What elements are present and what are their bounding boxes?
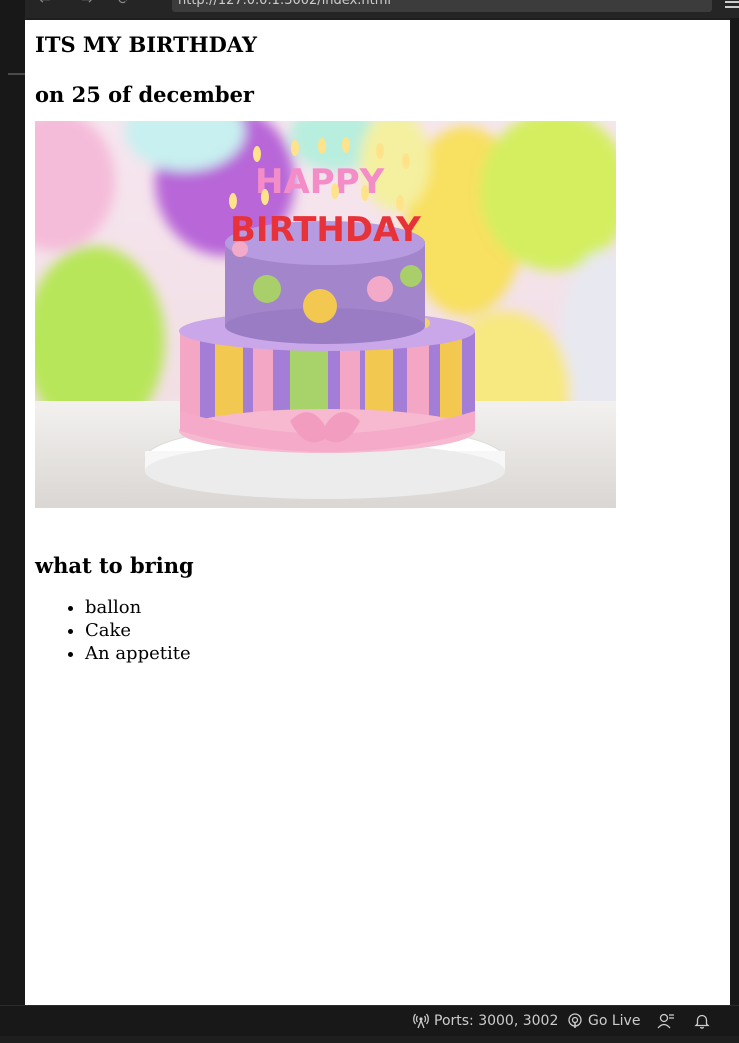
gutter-divider bbox=[8, 73, 25, 75]
broadcast-pin-icon bbox=[568, 1013, 582, 1028]
go-live-button[interactable]: Go Live bbox=[567, 1012, 640, 1030]
browser-toolbar: ← → ⟳ http://127.0.0.1:3002/index.html bbox=[25, 0, 739, 18]
bring-list-heading: what to bring bbox=[35, 553, 194, 578]
list-item: An appetite bbox=[85, 642, 720, 665]
broadcast-icon bbox=[413, 1013, 429, 1029]
list-item: ballon bbox=[85, 596, 720, 619]
bell-icon bbox=[694, 1014, 710, 1029]
page-subtitle: on 25 of december bbox=[35, 82, 254, 107]
browser-viewport: ITS MY BIRTHDAY on 25 of december HAPPY … bbox=[25, 20, 730, 1005]
forward-button[interactable]: → bbox=[81, 0, 93, 8]
url-input[interactable]: http://127.0.0.1:3002/index.html bbox=[172, 0, 712, 12]
bring-list: ballon Cake An appetite bbox=[35, 596, 720, 665]
menu-icon[interactable] bbox=[725, 0, 739, 8]
bottom-strip bbox=[0, 1036, 739, 1043]
person-icon bbox=[657, 1013, 674, 1029]
reload-button[interactable]: ⟳ bbox=[118, 0, 130, 8]
candle-text-birthday: BIRTHDAY bbox=[230, 210, 421, 250]
editor-left-gutter bbox=[0, 0, 26, 1005]
list-item: Cake bbox=[85, 619, 720, 642]
back-button[interactable]: ← bbox=[39, 0, 51, 8]
status-bar: Ports: 3000, 3002 Go Live bbox=[0, 1005, 739, 1036]
editor-right-gutter bbox=[730, 18, 739, 1005]
ports-label: Ports: 3000, 3002 bbox=[434, 1013, 559, 1029]
web-page: ITS MY BIRTHDAY on 25 of december HAPPY … bbox=[25, 33, 730, 665]
accounts-button[interactable] bbox=[657, 1012, 675, 1030]
page-title: ITS MY BIRTHDAY bbox=[35, 32, 258, 57]
birthday-cake-image: HAPPY BIRTHDAY bbox=[35, 121, 616, 508]
ports-status-item[interactable]: Ports: 3000, 3002 bbox=[413, 1012, 558, 1030]
cake-illustration: HAPPY BIRTHDAY bbox=[35, 121, 616, 508]
go-live-label: Go Live bbox=[588, 1013, 641, 1029]
notifications-button[interactable] bbox=[694, 1012, 710, 1030]
